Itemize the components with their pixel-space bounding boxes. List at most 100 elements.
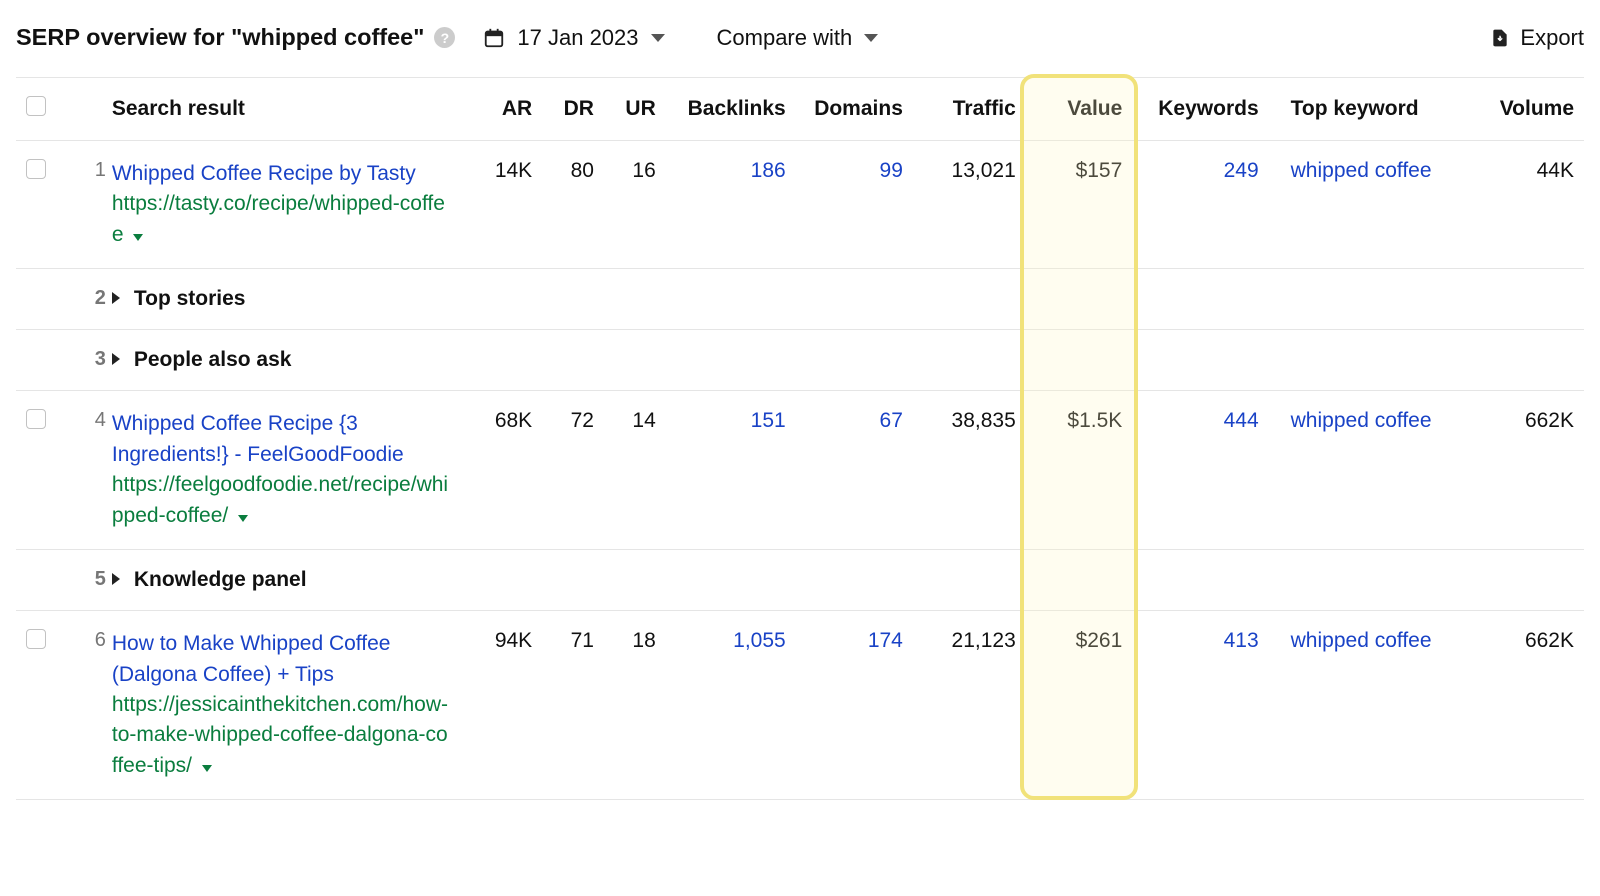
cell-traffic: 38,835 — [913, 391, 1026, 550]
cell-volume: 662K — [1456, 391, 1584, 550]
cell-backlinks[interactable]: 1,055 — [666, 611, 796, 800]
cell-backlinks[interactable]: 151 — [666, 391, 796, 550]
result-title-link[interactable]: How to Make Whipped Coffee (Dalgona Coff… — [112, 632, 391, 685]
download-icon — [1490, 27, 1510, 49]
export-label: Export — [1520, 25, 1584, 51]
cell-position: 4 — [65, 391, 112, 550]
result-url[interactable]: https://tasty.co/recipe/whipped-coffee — [112, 189, 454, 250]
cell-ur: 18 — [604, 611, 666, 800]
cell-keywords[interactable]: 444 — [1132, 391, 1268, 550]
export-button[interactable]: Export — [1490, 25, 1584, 51]
cell-search-result: Whipped Coffee Recipe {3 Ingredients!} -… — [112, 391, 464, 550]
cell-checkbox — [16, 330, 65, 391]
cell-checkbox — [16, 550, 65, 611]
compare-label: Compare with — [717, 25, 853, 51]
serp-feature-label: Top stories — [134, 287, 246, 310]
help-icon[interactable]: ? — [434, 27, 455, 48]
cell-dr: 72 — [542, 391, 604, 550]
cell-keywords[interactable]: 249 — [1132, 141, 1268, 269]
table-header-row: Search result AR DR UR Backlinks Domains… — [16, 78, 1584, 141]
col-traffic[interactable]: Traffic — [913, 78, 1026, 141]
result-title-link[interactable]: Whipped Coffee Recipe by Tasty — [112, 162, 416, 185]
cell-value: $261 — [1026, 611, 1133, 800]
cell-position: 1 — [65, 141, 112, 269]
cell-top-keyword[interactable]: whipped coffee — [1269, 611, 1456, 800]
cell-volume: 662K — [1456, 611, 1584, 800]
col-domains[interactable]: Domains — [796, 78, 913, 141]
chevron-right-icon — [112, 353, 120, 365]
cell-search-result: Whipped Coffee Recipe by Tasty https://ta… — [112, 141, 464, 269]
cell-domains[interactable]: 67 — [796, 391, 913, 550]
cell-domains[interactable]: 99 — [796, 141, 913, 269]
row-checkbox[interactable] — [26, 159, 46, 179]
serp-feature-toggle[interactable]: Top stories — [112, 269, 1584, 330]
chevron-right-icon — [112, 573, 120, 585]
col-top-keyword[interactable]: Top keyword — [1269, 78, 1456, 141]
chevron-down-icon — [651, 34, 665, 42]
cell-value: $157 — [1026, 141, 1133, 269]
col-keywords[interactable]: Keywords — [1132, 78, 1268, 141]
serp-table: Search result AR DR UR Backlinks Domains… — [16, 77, 1584, 800]
toolbar: SERP overview for "whipped coffee" ? 17 … — [16, 24, 1584, 77]
select-all-checkbox[interactable] — [26, 96, 46, 116]
col-value[interactable]: Value — [1026, 78, 1133, 141]
cell-checkbox — [16, 269, 65, 330]
cell-traffic: 21,123 — [913, 611, 1026, 800]
serp-feature-label: People also ask — [134, 348, 292, 371]
result-url[interactable]: https://jessicainthekitchen.com/how-to-m… — [112, 690, 454, 781]
cell-position: 3 — [65, 330, 112, 391]
row-checkbox[interactable] — [26, 409, 46, 429]
cell-ar: 94K — [463, 611, 542, 800]
cell-checkbox — [16, 391, 65, 550]
cell-position: 5 — [65, 550, 112, 611]
chevron-down-icon[interactable] — [202, 765, 212, 772]
cell-ar: 14K — [463, 141, 542, 269]
serp-feature-toggle[interactable]: Knowledge panel — [112, 550, 1584, 611]
cell-value: $1.5K — [1026, 391, 1133, 550]
table-row: 1Whipped Coffee Recipe by Tasty https://t… — [16, 141, 1584, 269]
chevron-down-icon[interactable] — [133, 234, 143, 241]
cell-traffic: 13,021 — [913, 141, 1026, 269]
serp-feature-row: 2 Top stories — [16, 269, 1584, 330]
col-volume[interactable]: Volume — [1456, 78, 1584, 141]
cell-position: 6 — [65, 611, 112, 800]
cell-domains[interactable]: 174 — [796, 611, 913, 800]
cell-position: 2 — [65, 269, 112, 330]
page-title-text: SERP overview for "whipped coffee" — [16, 24, 424, 51]
cell-keywords[interactable]: 413 — [1132, 611, 1268, 800]
col-search-result[interactable]: Search result — [112, 78, 464, 141]
col-dr[interactable]: DR — [542, 78, 604, 141]
col-ur[interactable]: UR — [604, 78, 666, 141]
cell-dr: 71 — [542, 611, 604, 800]
chevron-down-icon — [864, 34, 878, 42]
serp-feature-label: Knowledge panel — [134, 568, 307, 591]
serp-feature-toggle[interactable]: People also ask — [112, 330, 1584, 391]
serp-feature-row: 5 Knowledge panel — [16, 550, 1584, 611]
date-label: 17 Jan 2023 — [517, 25, 638, 51]
cell-ur: 14 — [604, 391, 666, 550]
cell-dr: 80 — [542, 141, 604, 269]
cell-search-result: How to Make Whipped Coffee (Dalgona Coff… — [112, 611, 464, 800]
cell-top-keyword[interactable]: whipped coffee — [1269, 141, 1456, 269]
page-title: SERP overview for "whipped coffee" ? — [16, 24, 455, 51]
result-url[interactable]: https://feelgoodfoodie.net/recipe/whippe… — [112, 470, 454, 531]
cell-top-keyword[interactable]: whipped coffee — [1269, 391, 1456, 550]
cell-backlinks[interactable]: 186 — [666, 141, 796, 269]
col-ar[interactable]: AR — [463, 78, 542, 141]
table-row: 4Whipped Coffee Recipe {3 Ingredients!} … — [16, 391, 1584, 550]
col-backlinks[interactable]: Backlinks — [666, 78, 796, 141]
compare-dropdown[interactable]: Compare with — [717, 25, 879, 51]
col-position — [65, 78, 112, 141]
cell-checkbox — [16, 611, 65, 800]
chevron-right-icon — [112, 292, 120, 304]
cell-volume: 44K — [1456, 141, 1584, 269]
result-title-link[interactable]: Whipped Coffee Recipe {3 Ingredients!} -… — [112, 412, 404, 465]
date-picker[interactable]: 17 Jan 2023 — [483, 25, 664, 51]
row-checkbox[interactable] — [26, 629, 46, 649]
chevron-down-icon[interactable] — [238, 515, 248, 522]
serp-feature-row: 3 People also ask — [16, 330, 1584, 391]
cell-ur: 16 — [604, 141, 666, 269]
col-checkbox — [16, 78, 65, 141]
serp-table-wrap: Search result AR DR UR Backlinks Domains… — [16, 77, 1584, 800]
table-row: 6How to Make Whipped Coffee (Dalgona Cof… — [16, 611, 1584, 800]
